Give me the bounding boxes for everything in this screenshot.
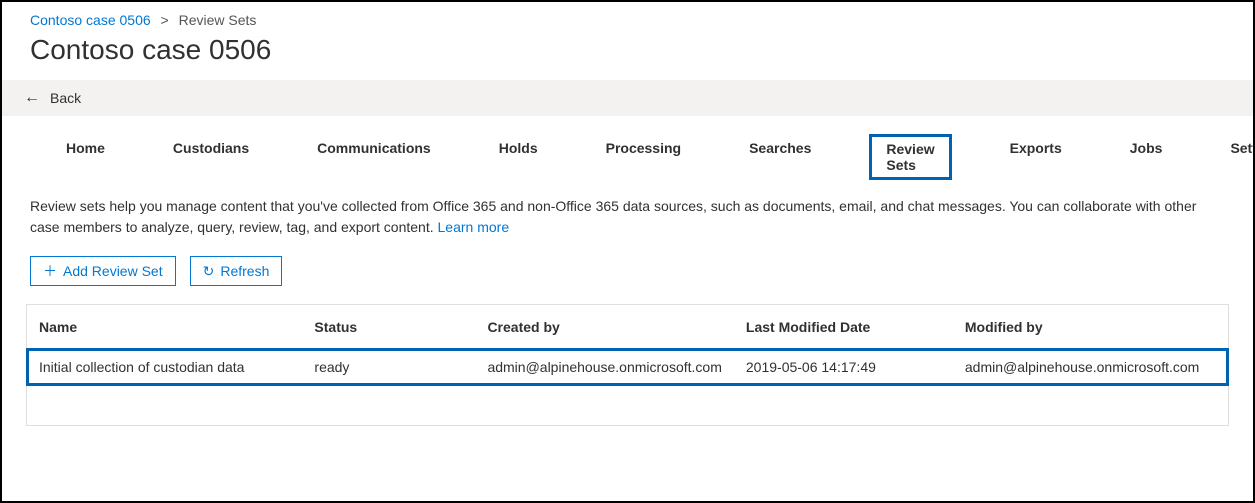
- tab-jobs[interactable]: Jobs: [1120, 134, 1173, 180]
- cell-status: ready: [302, 349, 475, 385]
- learn-more-link[interactable]: Learn more: [438, 219, 510, 235]
- back-label: Back: [50, 90, 81, 106]
- back-arrow-icon: ←: [24, 90, 40, 106]
- back-button[interactable]: ← Back: [2, 80, 1253, 116]
- breadcrumb-separator: >: [161, 12, 169, 28]
- refresh-label: Refresh: [220, 263, 269, 279]
- table-row[interactable]: Initial collection of custodian data rea…: [27, 349, 1228, 385]
- action-bar: ＋ Add Review Set ↻ Refresh: [2, 248, 1253, 304]
- breadcrumb-current: Review Sets: [179, 12, 257, 28]
- tab-searches[interactable]: Searches: [739, 134, 821, 180]
- table-header-row: Name Status Created by Last Modified Dat…: [27, 305, 1228, 349]
- description-body: Review sets help you manage content that…: [30, 198, 1196, 235]
- review-sets-table: Name Status Created by Last Modified Dat…: [27, 305, 1228, 385]
- page-title: Contoso case 0506: [2, 34, 1253, 80]
- tab-home[interactable]: Home: [56, 134, 115, 180]
- tab-custodians[interactable]: Custodians: [163, 134, 259, 180]
- cell-name: Initial collection of custodian data: [27, 349, 302, 385]
- col-header-created-by[interactable]: Created by: [475, 305, 733, 349]
- tab-processing[interactable]: Processing: [596, 134, 691, 180]
- tab-communications[interactable]: Communications: [307, 134, 441, 180]
- breadcrumb: Contoso case 0506 > Review Sets: [2, 2, 1253, 34]
- tab-review-sets[interactable]: Review Sets: [869, 134, 951, 180]
- tab-bar: Home Custodians Communications Holds Pro…: [2, 116, 1253, 190]
- cell-created-by: admin@alpinehouse.onmicrosoft.com: [475, 349, 733, 385]
- description-text: Review sets help you manage content that…: [2, 190, 1253, 248]
- plus-icon: ＋: [43, 264, 57, 278]
- col-header-modified-by[interactable]: Modified by: [953, 305, 1228, 349]
- col-header-name[interactable]: Name: [27, 305, 302, 349]
- tab-settings[interactable]: Settings: [1220, 134, 1255, 180]
- cell-modified-by: admin@alpinehouse.onmicrosoft.com: [953, 349, 1228, 385]
- col-header-last-modified[interactable]: Last Modified Date: [734, 305, 953, 349]
- breadcrumb-root-link[interactable]: Contoso case 0506: [30, 12, 151, 28]
- review-sets-table-container: Name Status Created by Last Modified Dat…: [26, 304, 1229, 426]
- refresh-button[interactable]: ↻ Refresh: [190, 256, 283, 286]
- cell-last-modified: 2019-05-06 14:17:49: [734, 349, 953, 385]
- col-header-status[interactable]: Status: [302, 305, 475, 349]
- tab-holds[interactable]: Holds: [489, 134, 548, 180]
- add-review-set-button[interactable]: ＋ Add Review Set: [30, 256, 176, 286]
- add-review-set-label: Add Review Set: [63, 263, 163, 279]
- refresh-icon: ↻: [203, 264, 215, 278]
- tab-exports[interactable]: Exports: [1000, 134, 1072, 180]
